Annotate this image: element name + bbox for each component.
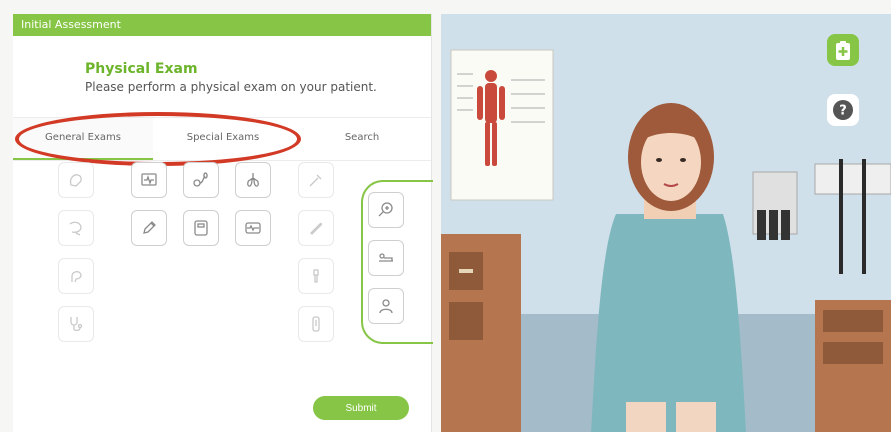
clipboard-plus-icon [836,41,850,60]
vitals-monitor-button[interactable] [131,162,167,198]
otoscope-button[interactable] [298,258,334,294]
help-icon: ? [833,100,853,120]
exam-room-illustration [441,14,891,432]
tab-search[interactable]: Search [293,118,431,158]
exam-title: Physical Exam [85,61,198,77]
head-icon [69,174,82,187]
clipboard-button[interactable] [827,34,859,66]
otoscope-icon [313,269,319,283]
lungs-exam-button[interactable] [235,162,271,198]
ecg-button[interactable] [235,210,271,246]
lungs-icon [247,173,259,187]
person-icon [379,299,393,314]
neck-icon [69,221,82,236]
exam-room-scene: ? [441,14,891,432]
panel-header: Initial Assessment [13,14,431,36]
pencil-icon [143,221,156,234]
exam-subtitle: Please perform a physical exam on your p… [85,80,377,94]
help-button[interactable]: ? [827,94,859,126]
weight-scale-button[interactable] [183,210,219,246]
submit-button[interactable]: Submit [313,396,409,420]
highlight-circle [15,112,301,166]
blood-pressure-button[interactable] [183,162,219,198]
tongue-depressor-button[interactable] [298,210,334,246]
lying-patient-icon [379,253,393,262]
ecg-icon [245,222,261,234]
tongue-depressor-icon [310,222,323,235]
position-patient-button[interactable] [368,240,404,276]
patient-profile-button[interactable] [368,288,404,324]
thermometer-button[interactable] [298,306,334,342]
stethoscope-exam-button[interactable] [58,306,94,342]
notes-button[interactable] [131,210,167,246]
heart-monitor-icon [141,173,157,186]
head-exam-button[interactable] [58,162,94,198]
blood-pressure-icon [193,172,208,187]
stethoscope-icon [70,317,83,332]
face-icon [71,271,82,283]
thermometer-icon [312,316,320,332]
face-exam-button[interactable] [58,258,94,294]
assessment-panel: Initial Assessment Physical Exam Please … [13,14,433,432]
neck-exam-button[interactable] [58,210,94,246]
reflex-hammer-icon [309,174,322,187]
reflex-hammer-button[interactable] [298,162,334,198]
svg-text:?: ? [839,104,847,119]
scale-icon [194,220,208,236]
magnify-icon [378,202,393,217]
inspect-button[interactable] [368,192,404,228]
